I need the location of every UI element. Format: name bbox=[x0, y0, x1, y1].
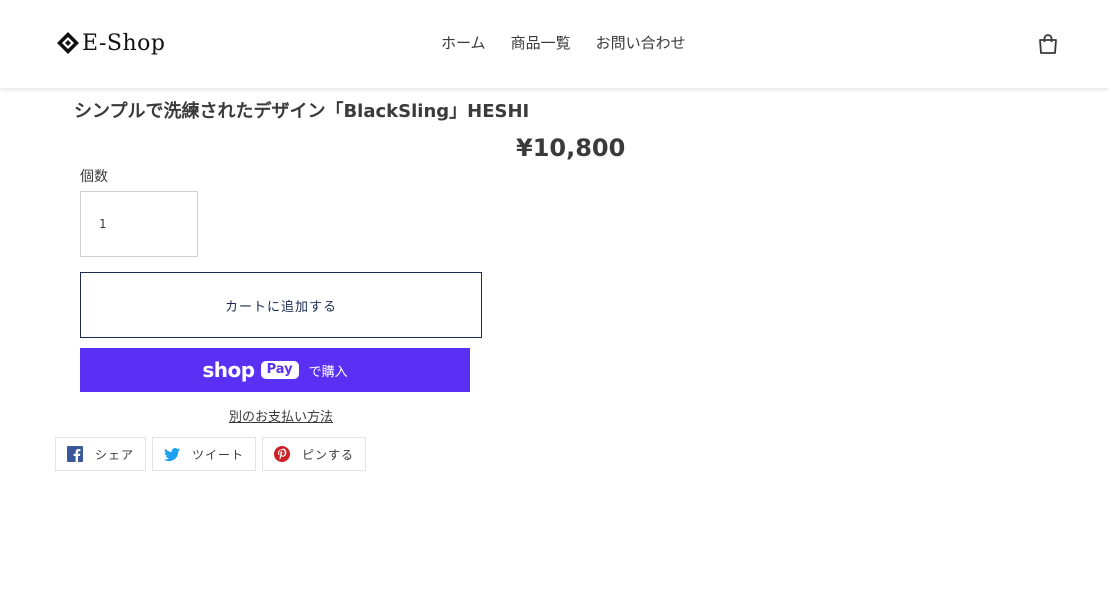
nav-products[interactable]: 商品一覧 bbox=[511, 32, 571, 53]
quantity-label: 個数 bbox=[80, 169, 108, 185]
share-twitter-label: ツイート bbox=[192, 447, 245, 462]
share-facebook-button[interactable]: シェア bbox=[55, 437, 147, 471]
shop-pay-logo-text: shop bbox=[202, 358, 255, 382]
main-nav: ホーム 商品一覧 お問い合わせ bbox=[441, 32, 686, 53]
product-price: ¥10,800 bbox=[516, 134, 626, 162]
site-logo[interactable]: E-Shop bbox=[56, 28, 165, 58]
share-facebook-label: シェア bbox=[95, 447, 135, 462]
shop-pay-buy-label: で購入 bbox=[308, 364, 348, 380]
alternative-payment-link[interactable]: 別のお支払い方法 bbox=[229, 406, 333, 425]
share-pinterest-label: ピンする bbox=[302, 447, 355, 462]
add-to-cart-button[interactable]: カートに追加する bbox=[80, 272, 482, 338]
cart-icon[interactable] bbox=[1037, 33, 1059, 55]
quantity-input[interactable] bbox=[80, 191, 198, 257]
logo-text: E-Shop bbox=[82, 30, 166, 56]
pinterest-icon bbox=[274, 446, 291, 462]
logo-diamond-icon bbox=[57, 32, 79, 54]
nav-home[interactable]: ホーム bbox=[441, 32, 486, 53]
twitter-icon bbox=[164, 448, 181, 462]
share-twitter-button[interactable]: ツイート bbox=[152, 437, 257, 471]
nav-contact[interactable]: お問い合わせ bbox=[596, 32, 686, 53]
shop-pay-pill: Pay bbox=[260, 361, 299, 379]
shop-pay-button[interactable]: shop Pay で購入 bbox=[80, 348, 470, 392]
facebook-icon bbox=[67, 446, 83, 462]
share-buttons: シェア ツイート ピンする bbox=[55, 437, 367, 471]
product-title: シンプルで洗練されたデザイン「BlackSling」HESHI bbox=[74, 101, 530, 122]
site-header: E-Shop ホーム 商品一覧 お問い合わせ bbox=[0, 0, 1109, 88]
share-pinterest-button[interactable]: ピンする bbox=[262, 437, 367, 471]
